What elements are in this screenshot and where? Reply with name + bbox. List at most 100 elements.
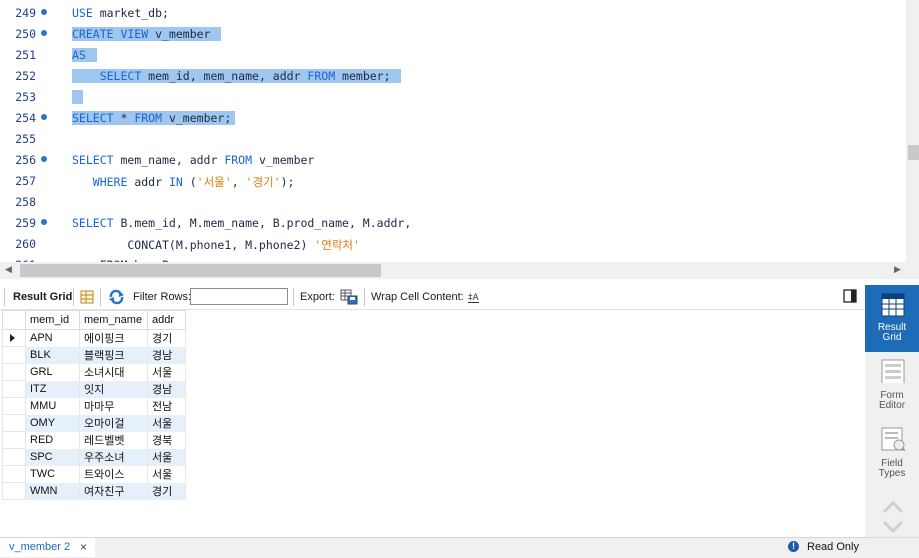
statement-marker-icon[interactable] (41, 30, 47, 36)
form-editor-panel-button[interactable]: Form Editor (865, 355, 919, 415)
table-cell-addr[interactable]: 전남 (147, 397, 186, 415)
row-header[interactable] (2, 346, 26, 364)
row-header[interactable] (2, 482, 26, 500)
code-text[interactable]: USE market_db; (72, 6, 169, 20)
close-icon[interactable]: × (80, 540, 87, 554)
code-text[interactable]: SELECT mem_name, addr FROM v_member (72, 153, 314, 167)
scroll-right-arrow-icon[interactable]: ▶ (894, 264, 901, 275)
table-cell-addr[interactable]: 경기 (147, 482, 186, 500)
table-cell-mem-id[interactable]: ITZ (25, 380, 80, 398)
code-line[interactable]: 251 AS (0, 44, 906, 65)
row-header[interactable] (2, 363, 26, 381)
code-line[interactable]: 252 SELECT mem_id, mem_name, addr FROM m… (0, 65, 906, 86)
table-cell-addr[interactable]: 서울 (147, 448, 186, 466)
code-text[interactable]: WHERE addr IN ('서울', '경기'); (72, 174, 295, 190)
statement-marker-icon[interactable] (41, 156, 47, 162)
column-header[interactable]: mem_id (25, 310, 80, 330)
scroll-left-arrow-icon[interactable]: ◀ (5, 264, 12, 275)
table-row[interactable]: GRL 소녀시대 서울 (2, 363, 186, 381)
statement-marker-icon[interactable] (41, 114, 47, 120)
table-cell-addr[interactable]: 서울 (147, 363, 186, 381)
refresh-icon[interactable] (108, 289, 125, 305)
code-text[interactable]: SELECT * FROM v_member; (72, 111, 236, 125)
code-line[interactable]: 254 SELECT * FROM v_member; (0, 107, 906, 128)
table-cell-addr[interactable]: 경기 (147, 329, 186, 347)
grid-view-icon[interactable] (80, 290, 94, 304)
statement-marker-icon[interactable] (41, 9, 47, 15)
row-header[interactable] (2, 465, 26, 483)
table-cell-mem-name[interactable]: 트와이스 (79, 465, 148, 483)
table-cell-mem-id[interactable]: GRL (25, 363, 80, 381)
code-line[interactable]: 257 WHERE addr IN ('서울', '경기'); (0, 170, 906, 191)
editor-horizontal-scroll-thumb[interactable] (20, 264, 381, 277)
result-grid-panel-button[interactable]: Result Grid (865, 285, 919, 352)
table-cell-mem-id[interactable]: TWC (25, 465, 80, 483)
table-row[interactable]: APN 에이핑크 경기 (2, 329, 186, 347)
row-header[interactable] (2, 380, 26, 398)
row-header[interactable] (2, 329, 26, 347)
code-line[interactable]: 256 SELECT mem_name, addr FROM v_member (0, 149, 906, 170)
table-cell-mem-name[interactable]: 소녀시대 (79, 363, 148, 381)
table-cell-mem-name[interactable]: 레드벨벳 (79, 431, 148, 449)
code-text[interactable]: SELECT B.mem_id, M.mem_name, B.prod_name… (72, 216, 411, 230)
code-line[interactable]: 253 (0, 86, 906, 107)
table-cell-mem-id[interactable]: APN (25, 329, 80, 347)
code-line[interactable]: 260 CONCAT(M.phone1, M.phone2) '연락처' (0, 233, 906, 254)
panel-toggle-icon[interactable] (843, 289, 857, 303)
code-line[interactable]: 258 (0, 191, 906, 212)
sql-editor[interactable]: 249 USE market_db; 250 CREATE VIEW v_member… (0, 0, 919, 262)
table-cell-mem-id[interactable]: OMY (25, 414, 80, 432)
table-cell-mem-id[interactable]: SPC (25, 448, 80, 466)
code-text[interactable]: CREATE VIEW v_member (72, 27, 222, 41)
table-cell-mem-name[interactable]: 마마무 (79, 397, 148, 415)
table-cell-mem-name[interactable]: 오마이걸 (79, 414, 148, 432)
table-cell-addr[interactable]: 경남 (147, 380, 186, 398)
wrap-text-icon[interactable]: ‡A (467, 291, 480, 304)
code-line[interactable]: 255 (0, 128, 906, 149)
table-row[interactable]: RED 레드벨벳 경북 (2, 431, 186, 449)
result-grid-table[interactable]: mem_id mem_name addr APN 에이핑크 경기 BLK 블랙핑크 경남 G… (2, 310, 186, 500)
table-row[interactable]: OMY 오마이걸 서울 (2, 414, 186, 432)
filter-rows-input[interactable] (190, 288, 288, 305)
table-row[interactable]: ITZ 잇지 경남 (2, 380, 186, 398)
code-line[interactable]: 249 USE market_db; (0, 2, 906, 23)
table-row[interactable]: BLK 블랙핑크 경남 (2, 346, 186, 364)
code-text[interactable]: SELECT mem_id, mem_name, addr FROM membe… (72, 69, 402, 83)
table-cell-addr[interactable]: 경북 (147, 431, 186, 449)
row-header[interactable] (2, 448, 26, 466)
statement-marker-icon[interactable] (41, 219, 47, 225)
code-text[interactable]: CONCAT(M.phone1, M.phone2) '연락처' (72, 237, 360, 253)
result-tab-v-member-2[interactable]: v_member 2 × (0, 538, 95, 557)
table-cell-mem-name[interactable]: 잇지 (79, 380, 148, 398)
result-grid-label[interactable]: Result Grid (13, 291, 72, 303)
table-row[interactable]: TWC 트와이스 서울 (2, 465, 186, 483)
table-cell-mem-name[interactable]: 여자친구 (79, 482, 148, 500)
table-row[interactable]: MMU 마마무 전남 (2, 397, 186, 415)
table-row[interactable]: WMN 여자친구 경기 (2, 482, 186, 500)
editor-vertical-scroll-thumb[interactable] (908, 145, 919, 160)
code-text[interactable] (72, 90, 83, 104)
column-header[interactable]: mem_name (79, 310, 148, 330)
code-line[interactable]: 261 FROM buy B (0, 254, 906, 262)
table-cell-addr[interactable]: 경남 (147, 346, 186, 364)
table-cell-mem-id[interactable]: BLK (25, 346, 80, 364)
table-cell-addr[interactable]: 서울 (147, 465, 186, 483)
table-cell-mem-id[interactable]: RED (25, 431, 80, 449)
table-cell-mem-id[interactable]: WMN (25, 482, 80, 500)
editor-vertical-scrollbar[interactable] (906, 0, 919, 262)
table-cell-mem-id[interactable]: MMU (25, 397, 80, 415)
row-header[interactable] (2, 431, 26, 449)
table-cell-addr[interactable]: 서울 (147, 414, 186, 432)
table-cell-mem-name[interactable]: 블랙핑크 (79, 346, 148, 364)
code-line[interactable]: 259 SELECT B.mem_id, M.mem_name, B.prod_n… (0, 212, 906, 233)
table-row[interactable]: SPC 우주소녀 서울 (2, 448, 186, 466)
column-header[interactable]: addr (147, 310, 186, 330)
field-types-panel-button[interactable]: Field Types (865, 423, 919, 483)
table-cell-mem-name[interactable]: 에이핑크 (79, 329, 148, 347)
row-header[interactable] (2, 397, 26, 415)
code-line[interactable]: 250 CREATE VIEW v_member (0, 23, 906, 44)
table-cell-mem-name[interactable]: 우주소녀 (79, 448, 148, 466)
export-icon[interactable] (340, 289, 358, 305)
panel-scroll-arrows-icon[interactable] (882, 500, 904, 534)
row-header[interactable] (2, 414, 26, 432)
